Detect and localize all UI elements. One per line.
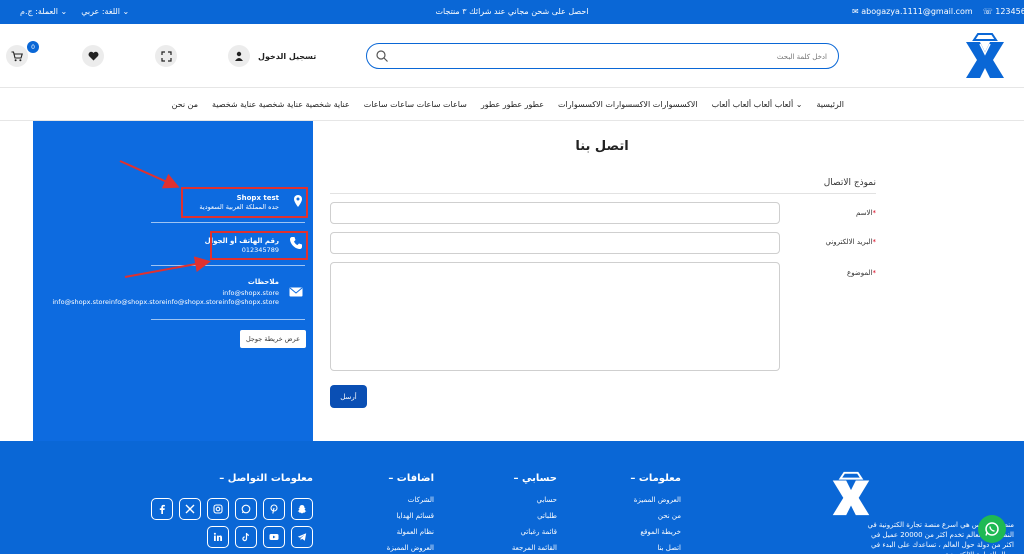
footer-link[interactable]: قسائم الهدايا — [387, 508, 434, 524]
login-link[interactable]: تسجيل الدخول — [228, 44, 316, 68]
wishlist-heart-icon[interactable] — [82, 45, 104, 67]
main-nav: الرئيسية ألعاب ألعاب ألعاب ألعاب ⌄ الاكس… — [0, 88, 1024, 121]
name-field[interactable] — [330, 202, 780, 224]
footer-link[interactable]: من نحن — [630, 508, 681, 524]
footer-link[interactable]: حسابي — [512, 492, 558, 508]
language-label: اللغة: عربي — [81, 7, 121, 16]
subject-label-text: الموضوع — [847, 269, 873, 277]
tiktok-icon[interactable] — [235, 526, 257, 548]
page-title: اتصل بنا — [575, 139, 629, 154]
footer-link[interactable]: قائمة رغباتي — [512, 524, 557, 540]
annotation-highlight-box — [210, 231, 308, 260]
annotation-highlight-box — [181, 187, 308, 218]
language-selector[interactable]: اللغة: عربي ⌄ — [81, 7, 129, 16]
footer-col-account: – حسابي حسابي طلباتي قائمة رغباتي القائم… — [512, 473, 557, 554]
footer-col-social: – معلومات التواصل — [219, 473, 313, 492]
pinterest-icon[interactable] — [263, 498, 285, 520]
required-mark: * — [872, 238, 877, 246]
promo-text: احصل على شحن مجاني عند شرائك ٣ منتجات — [435, 7, 589, 16]
footer-col-info: – معلومات العروض المميزة من نحن خريطة ال… — [630, 473, 681, 554]
telegram-icon[interactable] — [291, 526, 313, 548]
user-icon — [228, 45, 250, 67]
divider — [330, 193, 876, 194]
footer-link[interactable]: القائمة المرجعة — [512, 540, 557, 554]
required-mark: * — [872, 269, 877, 277]
nav-item-personal-care[interactable]: عناية شخصية عناية شخصية عناية شخصية — [212, 100, 350, 109]
footer-link[interactable]: خريطة الموقع — [630, 524, 681, 540]
linkedin-icon[interactable] — [207, 526, 229, 548]
notes-title: ملاحظات — [247, 278, 279, 286]
footer-logo — [832, 471, 870, 516]
send-button[interactable]: أرسل — [330, 385, 367, 408]
snapchat-icon[interactable] — [291, 498, 313, 520]
x-twitter-icon[interactable] — [179, 498, 201, 520]
email-field[interactable] — [330, 232, 780, 254]
nav-item-about[interactable]: من نحن — [172, 100, 198, 109]
nav-item-games-label: ألعاب ألعاب ألعاب ألعاب — [711, 100, 794, 109]
footer-info-title: – معلومات — [630, 473, 681, 484]
footer-link[interactable]: نظام العمولة — [387, 524, 434, 540]
nav-item-home[interactable]: الرئيسية — [816, 100, 844, 109]
footer-link[interactable]: الشركات — [387, 492, 434, 508]
notes-block: ملاحظات info@shopx.store info@shopx.stor… — [52, 278, 279, 307]
footer-col-extras: – اضافات الشركات قسائم الهدايا نظام العم… — [387, 473, 434, 554]
top-bar: ✉ abogazya.1111@gmail.com ☏ 123456789 اح… — [0, 0, 1024, 24]
mail-icon — [289, 287, 303, 297]
cart-icon[interactable] — [6, 45, 28, 67]
email-label: البريد الالكتروني* — [826, 238, 876, 246]
subject-textarea[interactable] — [330, 262, 780, 371]
shopx-logo[interactable] — [962, 30, 1008, 82]
cart-count-badge: 0 — [27, 41, 39, 53]
footer-link[interactable]: طلباتي — [512, 508, 557, 524]
footer-link[interactable]: العروض المميزة — [387, 540, 434, 554]
search-input[interactable] — [397, 49, 827, 65]
nav-item-accessories[interactable]: الاكسسوارات الاكسسوارات الاكسسوارات — [558, 100, 698, 109]
form-section-title: نموذج الاتصال — [823, 178, 876, 188]
email-label-text: البريد الالكتروني — [825, 238, 873, 246]
locale-strip: العملة: ج.م ⌄ اللغة: عربي ⌄ — [20, 7, 129, 16]
google-map-button[interactable]: عرض خريطة جوجل — [240, 330, 306, 348]
nav-item-perfumes[interactable]: عطور عطور عطور — [481, 100, 544, 109]
site-footer: منصة شوبكس هي اسرع منصة تجارة الكترونية … — [0, 441, 1024, 554]
nav-item-watches[interactable]: ساعات ساعات ساعات ساعات — [364, 100, 467, 109]
contact-info-panel: Shopx test جده المملكة العربية السعودية … — [33, 121, 313, 441]
notes-email-list[interactable]: info@shopx.storeinfo@shopx.storeinfo@sho… — [52, 298, 279, 307]
login-label: تسجيل الدخول — [258, 51, 317, 61]
youtube-icon[interactable] — [263, 526, 285, 548]
divider — [151, 265, 305, 266]
search-bar — [366, 43, 839, 69]
footer-account-title: – حسابي — [513, 473, 558, 484]
required-mark: * — [872, 209, 877, 217]
footer-link[interactable]: اتصل بنا — [630, 540, 681, 554]
currency-selector[interactable]: العملة: ج.م ⌄ — [20, 7, 67, 16]
name-label: الاسم* — [856, 209, 876, 217]
instagram-icon[interactable] — [207, 498, 229, 520]
search-icon[interactable] — [375, 49, 389, 63]
name-label-text: الاسم — [856, 209, 873, 217]
nav-item-games[interactable]: ألعاب ألعاب ألعاب ألعاب ⌄ — [712, 100, 803, 109]
chevron-down-icon: ⌄ — [795, 100, 803, 109]
whatsapp-icon — [985, 522, 999, 536]
footer-extras-title: – اضافات — [388, 473, 434, 484]
divider — [151, 222, 305, 223]
currency-label: العملة: ج.م — [20, 7, 58, 16]
notes-email[interactable]: info@shopx.store — [52, 289, 279, 298]
footer-social-title: – معلومات التواصل — [219, 473, 313, 484]
divider — [151, 319, 305, 320]
whatsapp-icon[interactable] — [235, 498, 257, 520]
facebook-icon[interactable] — [151, 498, 173, 520]
site-header: تسجيل الدخول 0 — [0, 24, 1024, 88]
social-links — [148, 498, 313, 548]
compare-icon[interactable] — [155, 45, 177, 67]
whatsapp-chat-button[interactable] — [978, 515, 1006, 543]
footer-link[interactable]: العروض المميزة — [630, 492, 681, 508]
subject-label: الموضوع* — [847, 269, 876, 277]
